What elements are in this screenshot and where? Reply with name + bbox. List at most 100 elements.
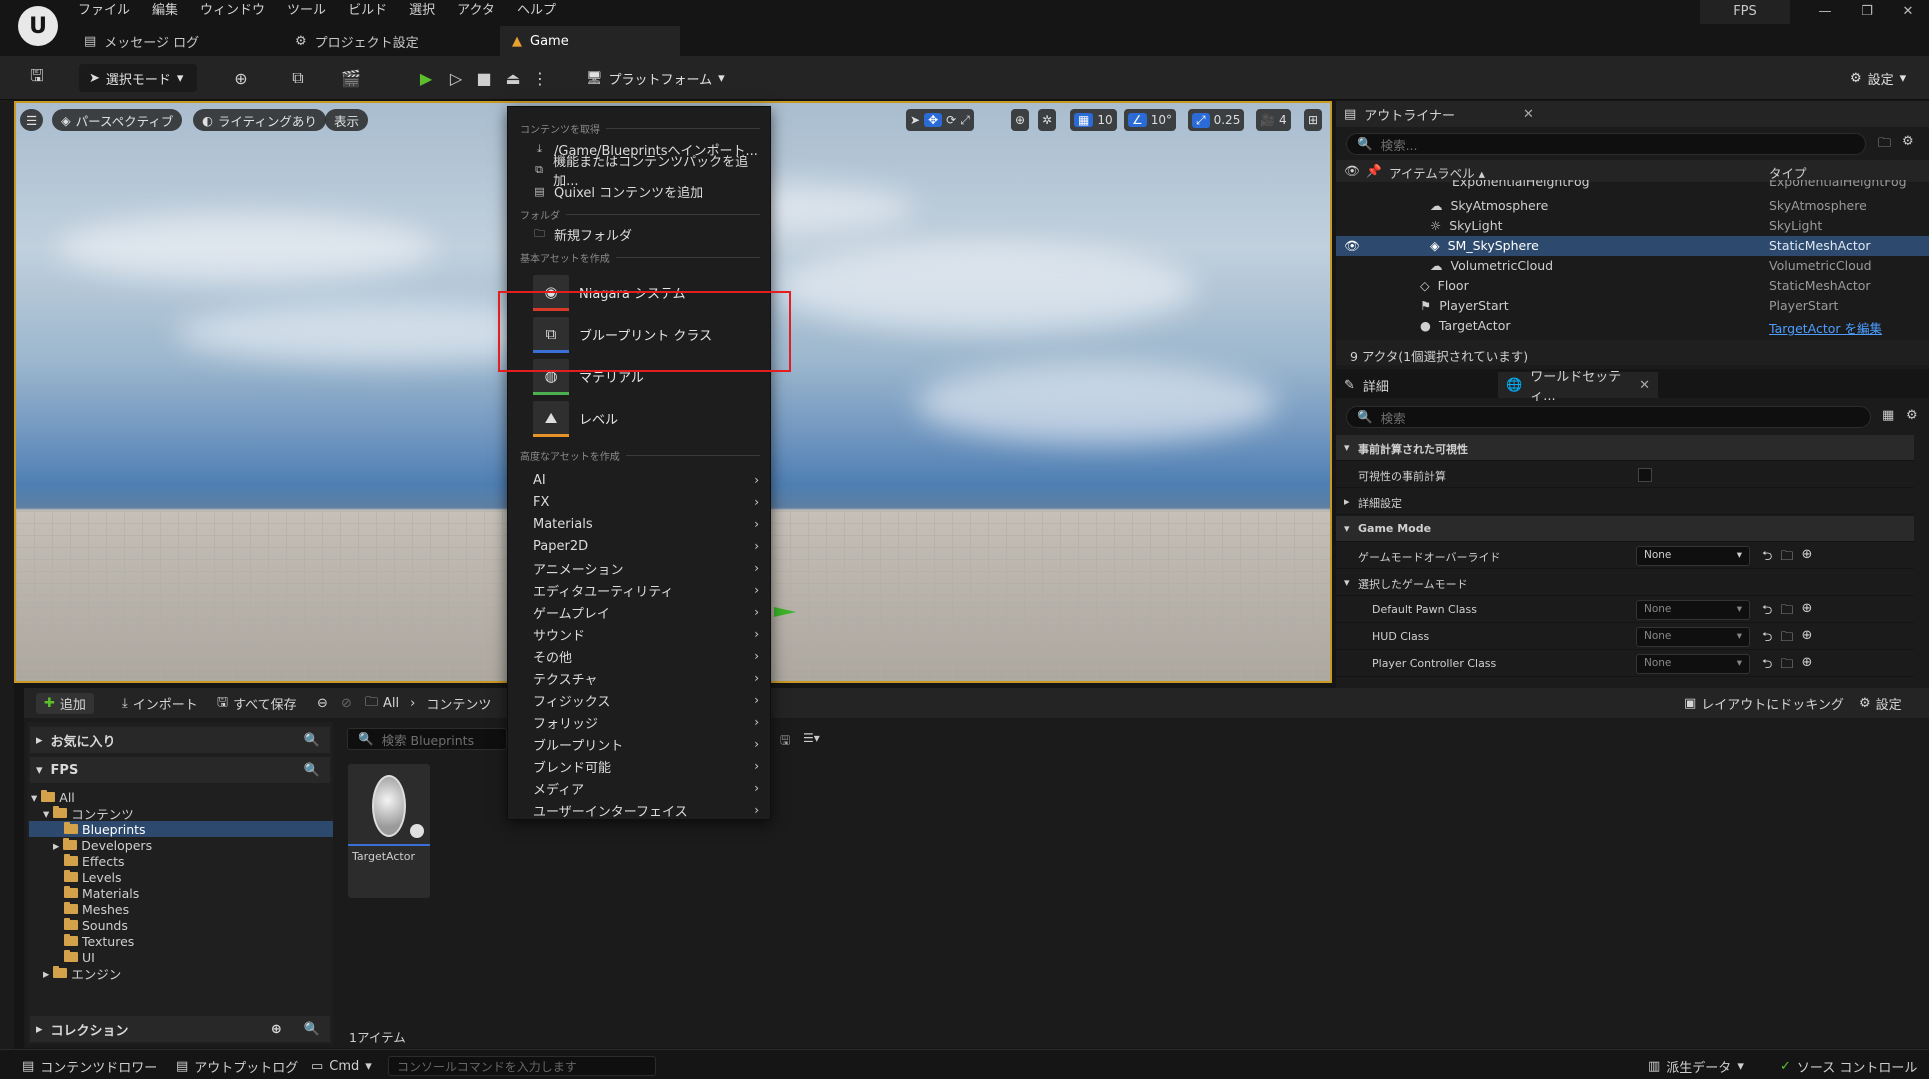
add-actor-icon[interactable]: ⊕ <box>228 66 254 90</box>
player-controller-dropdown[interactable]: None ▾ <box>1636 654 1750 674</box>
collections-header[interactable]: ▸ コレクション ⊕ 🔍 <box>30 1016 330 1042</box>
breadcrumb-all[interactable]: All <box>383 696 399 711</box>
favorites-header[interactable]: ▸ お気に入り 🔍 <box>30 727 330 753</box>
import-button[interactable]: ⤓ インポート <box>122 693 198 714</box>
output-log-button[interactable]: ▤ アウトプットログ <box>176 1056 298 1076</box>
submenu-blueprint[interactable]: ブループリント › <box>533 733 759 755</box>
minimize-button[interactable]: — <box>1810 4 1840 24</box>
browse-icon[interactable]: 🗀 <box>1780 547 1793 569</box>
pin-icon[interactable]: 📌 <box>1366 163 1382 179</box>
browse-icon[interactable]: 🗀 <box>1780 655 1793 677</box>
outliner-search-input[interactable]: 🔍 検索... <box>1346 133 1866 155</box>
transform-tools[interactable]: ➤ ✥ ⟳ ⤢ <box>906 109 974 131</box>
close-icon[interactable]: ✕ <box>1523 107 1534 122</box>
edit-targetactor-link[interactable]: TargetActor を編集 <box>1769 318 1882 337</box>
platform-button[interactable]: 🖥 プラットフォーム ▾ <box>576 64 735 92</box>
surface-snap-toggle[interactable]: ✲ <box>1038 109 1057 131</box>
submenu-gameplay[interactable]: ゲームプレイ › <box>533 601 759 623</box>
play-options-icon[interactable]: ⋮ <box>527 66 553 90</box>
cinematics-icon[interactable]: 🎬 <box>338 66 364 90</box>
cb-settings-button[interactable]: ⚙ 設定 <box>1859 693 1902 714</box>
scale-snap-control[interactable]: ⤢ 0.25 <box>1188 109 1245 131</box>
tree-item-meshes[interactable]: Meshes <box>64 901 129 917</box>
add-icon[interactable]: ⊕ <box>1801 628 1812 650</box>
back-button[interactable]: ⊖ <box>317 693 328 714</box>
submenu-physics[interactable]: フィジックス › <box>533 689 759 711</box>
menu-help[interactable]: ヘルプ <box>517 0 566 20</box>
gear-icon[interactable]: ⚙ <box>1906 408 1918 423</box>
tree-item-levels[interactable]: Levels <box>64 869 122 885</box>
source-control-button[interactable]: ✓ ソース コントロール <box>1780 1056 1917 1076</box>
outliner-row[interactable]: ☼ SkyLight SkyLight <box>1336 216 1929 236</box>
outliner-row[interactable]: ● TargetActor TargetActor を編集 <box>1336 316 1929 336</box>
use-selected-icon[interactable]: ⮌ <box>1762 655 1772 677</box>
outliner-row[interactable]: ExponentialHeightFog ExponentialHeightFo… <box>1336 180 1929 192</box>
tree-item-textures[interactable]: Textures <box>64 933 134 949</box>
new-folder-item[interactable]: 🗀 新規フォルダ <box>533 224 759 244</box>
rotate-icon[interactable]: ⟳ <box>946 113 956 127</box>
close-icon[interactable]: ✕ <box>1639 378 1650 393</box>
search-icon[interactable]: 🔍 <box>304 733 320 748</box>
save-search-icon[interactable]: 🖫 <box>780 731 790 752</box>
submenu-ai[interactable]: AI › <box>533 469 759 491</box>
details-search-input[interactable]: 🔍 検索 <box>1346 406 1871 428</box>
add-folder-icon[interactable]: 🗀 <box>1878 134 1891 156</box>
content-drawer-button[interactable]: ▤ コンテンツドロワー <box>22 1056 157 1076</box>
add-collection-icon[interactable]: ⊕ <box>271 1022 282 1037</box>
add-icon[interactable]: ⊕ <box>1801 601 1812 623</box>
show-button[interactable]: 表示 <box>325 109 369 131</box>
add-icon[interactable]: ⊕ <box>1801 547 1812 569</box>
tab-message-log[interactable]: ▤ メッセージ ログ <box>72 26 211 56</box>
world-local-toggle[interactable]: ⊕ <box>1011 109 1030 131</box>
select-mode-button[interactable]: ➤ 選択モード ▾ <box>79 64 197 92</box>
submenu-user-interface[interactable]: ユーザーインターフェイス › <box>533 799 759 821</box>
unreal-logo[interactable]: U <box>18 6 58 46</box>
use-selected-icon[interactable]: ⮌ <box>1762 628 1772 650</box>
filter-icon[interactable]: ☰▾ <box>803 731 820 745</box>
tree-item-blueprints[interactable]: Blueprints <box>64 821 146 837</box>
submenu-media[interactable]: メディア › <box>533 777 759 799</box>
outliner-row[interactable]: ☁ VolumetricCloud VolumetricCloud <box>1336 256 1929 276</box>
tree-item-sounds[interactable]: Sounds <box>64 917 128 933</box>
browse-icon[interactable]: 🗀 <box>1780 601 1793 623</box>
menu-build[interactable]: ビルド <box>348 0 397 20</box>
tab-details[interactable]: ✎ 詳細 <box>1336 372 1496 398</box>
blueprint-icon[interactable]: ⧉ <box>285 66 311 90</box>
menu-edit[interactable]: 編集 <box>152 0 188 20</box>
use-selected-icon[interactable]: ⮌ <box>1762 601 1772 623</box>
default-pawn-dropdown[interactable]: None ▾ <box>1636 600 1750 620</box>
forward-button[interactable]: ⊘ <box>341 693 352 714</box>
lighting-mode-button[interactable]: ◐ ライティングあり <box>193 109 326 131</box>
outliner-row[interactable]: ☁ SkyAtmosphere SkyAtmosphere <box>1336 196 1929 216</box>
gamemode-override-dropdown[interactable]: None ▾ <box>1636 546 1750 566</box>
submenu-misc[interactable]: その他 › <box>533 645 759 667</box>
outliner-row[interactable]: ⚑ PlayerStart PlayerStart <box>1336 296 1929 316</box>
menu-file[interactable]: ファイル <box>78 0 140 20</box>
select-arrow-icon[interactable]: ➤ <box>910 113 920 127</box>
tree-item-effects[interactable]: Effects <box>64 853 125 869</box>
eye-icon[interactable]: 👁 <box>1344 163 1360 179</box>
asset-search-input[interactable]: 🔍 検索 Blueprints <box>347 728 507 750</box>
submenu-animation[interactable]: アニメーション › <box>533 557 759 579</box>
stop-icon[interactable]: ■ <box>471 66 497 90</box>
viewport-layout-button[interactable]: ⊞ <box>1304 109 1323 131</box>
tree-item-engine[interactable]: ▸ エンジン <box>43 965 121 982</box>
use-selected-icon[interactable]: ⮌ <box>1762 547 1772 569</box>
settings-button[interactable]: ⚙ 設定 ▾ <box>1840 64 1916 92</box>
table-view-icon[interactable]: ▦ <box>1882 408 1894 423</box>
level-item[interactable]: ⛰ レベル <box>533 399 759 437</box>
console-input[interactable]: コンソールコマンドを入力します <box>388 1056 656 1076</box>
add-feature-pack-item[interactable]: ⧉ 機能またはコンテンツパックを追加... <box>533 155 759 189</box>
precompute-visibility-checkbox[interactable] <box>1638 468 1652 482</box>
submenu-fx[interactable]: FX › <box>533 491 759 513</box>
maximize-button[interactable]: ❐ <box>1852 4 1882 24</box>
perspective-button[interactable]: ◈ パースペクティブ <box>52 109 183 131</box>
tab-project-settings[interactable]: ⚙ プロジェクト設定 <box>283 26 431 56</box>
tree-item-all[interactable]: ▾ All <box>31 789 75 805</box>
eject-icon[interactable]: ⏏ <box>500 66 526 90</box>
submenu-texture[interactable]: テクスチャ › <box>533 667 759 689</box>
hud-class-dropdown[interactable]: None ▾ <box>1636 627 1750 647</box>
dock-layout-button[interactable]: ▣ レイアウトにドッキング <box>1684 693 1844 714</box>
grid-snap-control[interactable]: ▦ 10 <box>1070 109 1117 131</box>
submenu-paper2d[interactable]: Paper2D › <box>533 535 759 557</box>
